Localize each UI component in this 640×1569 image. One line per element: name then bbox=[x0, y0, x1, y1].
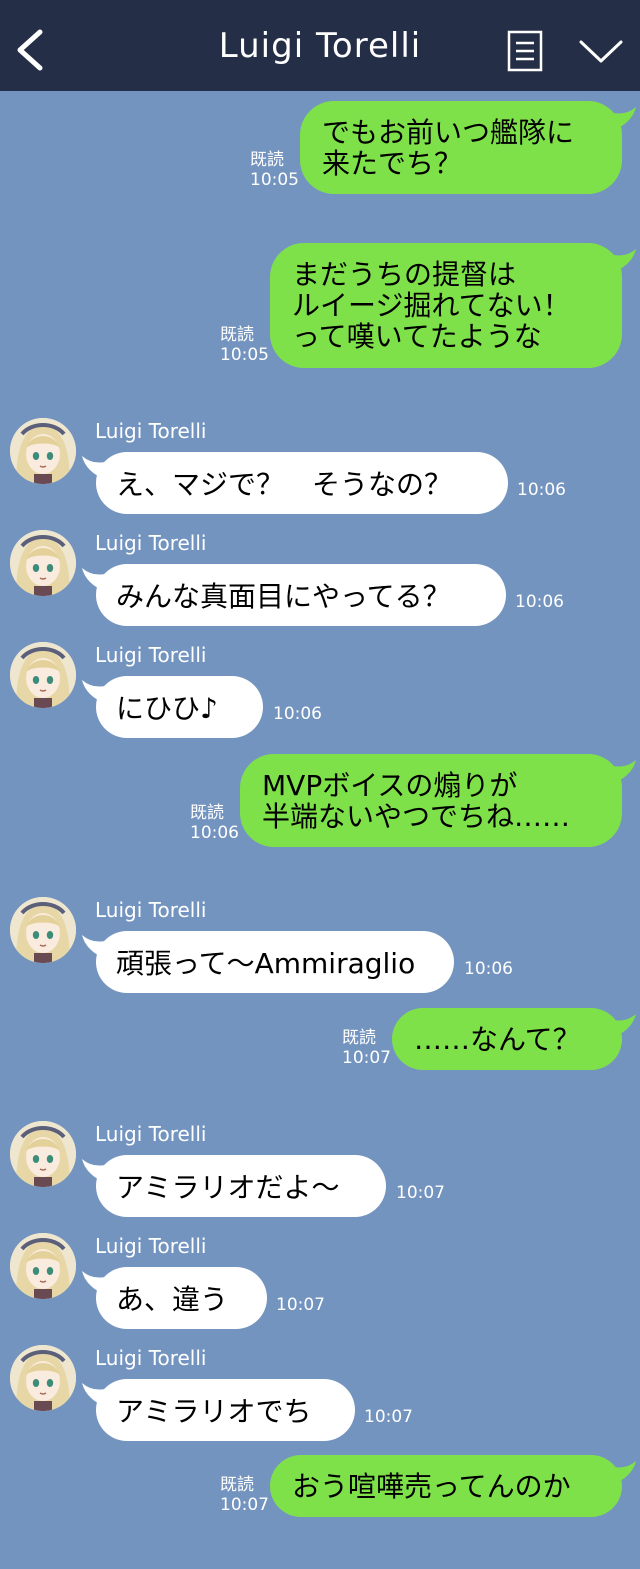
message-read-meta: 既読 10:07 bbox=[220, 1475, 269, 1515]
incoming-message-bubble[interactable]: アミラリオだよ〜 bbox=[82, 1155, 386, 1217]
outgoing-message-bubble[interactable]: まだうちの提督は ルイージ掘れてない！ って嘆いてたような bbox=[270, 243, 636, 368]
avatar[interactable] bbox=[10, 642, 76, 708]
bubble-tail-icon bbox=[602, 107, 636, 131]
bubble-tail-icon bbox=[82, 456, 114, 480]
read-receipt: 既読 bbox=[220, 325, 254, 345]
sender-name: Luigi Torelli bbox=[95, 1122, 207, 1146]
message-text-line: おう喧嘩売ってんのか bbox=[292, 1469, 571, 1503]
avatar[interactable] bbox=[10, 1121, 76, 1187]
message-read-meta: 既読 10:05 bbox=[220, 325, 269, 365]
outgoing-message-bubble[interactable]: MVPボイスの煽りが 半端ないやつでちね…… bbox=[240, 754, 636, 847]
message-text-line: 半端ないやつでちね…… bbox=[262, 799, 571, 833]
avatar[interactable] bbox=[10, 530, 76, 596]
bubble-tail-icon bbox=[602, 249, 636, 273]
chevron-down-icon[interactable] bbox=[578, 36, 624, 66]
message-text-line: MVPボイスの煽りが bbox=[262, 768, 518, 802]
message-text-line: でもお前いつ艦隊に bbox=[322, 115, 575, 149]
message-time: 10:06 bbox=[515, 592, 564, 612]
bubble-tail-icon bbox=[82, 1383, 114, 1407]
incoming-message-bubble[interactable]: え、マジで？ そうなの？ bbox=[82, 452, 508, 514]
message-time: 10:07 bbox=[396, 1183, 445, 1203]
read-receipt: 既読 bbox=[190, 803, 224, 823]
avatar[interactable] bbox=[10, 897, 76, 963]
message-text: にひひ♪ bbox=[116, 692, 218, 725]
bubble-tail-icon bbox=[602, 1461, 636, 1485]
message-text: アミラリオでち bbox=[116, 1395, 312, 1428]
message-read-meta: 既読 10:06 bbox=[190, 803, 239, 843]
read-receipt: 既読 bbox=[220, 1475, 254, 1495]
read-receipt: 既読 bbox=[342, 1028, 376, 1048]
message-time: 10:06 bbox=[273, 704, 322, 724]
sender-name: Luigi Torelli bbox=[95, 531, 207, 555]
message-text: あ、違う bbox=[116, 1283, 229, 1316]
message-time: 10:07 bbox=[220, 1495, 269, 1515]
message-time: 10:05 bbox=[220, 345, 269, 365]
message-time: 10:07 bbox=[364, 1407, 413, 1427]
message-list[interactable]: 既読 10:05 でもお前いつ艦隊に 来たでち？ 既読 10:05 まだうちの提督は ルイージ… bbox=[0, 91, 640, 1569]
message-text-line: って嘆いてたような bbox=[292, 320, 542, 353]
message-text-line: ルイージ掘れてない！ bbox=[292, 289, 571, 322]
sender-name: Luigi Torelli bbox=[95, 1234, 207, 1258]
sender-name: Luigi Torelli bbox=[95, 643, 207, 667]
bubble-tail-icon bbox=[82, 568, 114, 592]
message-text: みんな真面目にやってる？ bbox=[116, 580, 451, 613]
sender-name: Luigi Torelli bbox=[95, 898, 207, 922]
bubble-tail-icon bbox=[602, 760, 636, 784]
outgoing-message-bubble[interactable]: でもお前いつ艦隊に 来たでち？ bbox=[300, 101, 636, 194]
outgoing-message-bubble[interactable]: おう喧嘩売ってんのか bbox=[270, 1455, 636, 1517]
avatar[interactable] bbox=[10, 1345, 76, 1411]
bubble-tail-icon bbox=[82, 680, 114, 704]
bubble-tail-icon bbox=[82, 935, 114, 959]
message-text-line: 来たでち？ bbox=[322, 146, 463, 180]
incoming-message-bubble[interactable]: みんな真面目にやってる？ bbox=[82, 564, 506, 626]
message-read-meta: 既読 10:05 bbox=[250, 150, 299, 190]
avatar[interactable] bbox=[10, 1233, 76, 1299]
message-text-line: まだうちの提督は bbox=[292, 258, 517, 291]
bubble-tail-icon bbox=[82, 1159, 114, 1183]
outgoing-message-bubble[interactable]: ……なんて？ bbox=[392, 1008, 636, 1070]
sender-name: Luigi Torelli bbox=[95, 1346, 207, 1370]
incoming-message-bubble[interactable]: アミラリオでち bbox=[82, 1379, 355, 1441]
message-time: 10:07 bbox=[342, 1048, 391, 1068]
bubble-tail-icon bbox=[602, 1014, 636, 1038]
incoming-message-bubble[interactable]: 頑張って〜Ammiraglio bbox=[82, 931, 454, 993]
message-text-line: ……なんて？ bbox=[414, 1022, 581, 1056]
read-receipt: 既読 bbox=[250, 150, 284, 170]
chat-header: Luigi Torelli bbox=[0, 0, 640, 91]
menu-icon[interactable] bbox=[507, 30, 543, 72]
message-text: え、マジで？ そうなの？ bbox=[116, 468, 453, 501]
incoming-message-bubble[interactable]: あ、違う bbox=[82, 1267, 267, 1329]
message-read-meta: 既読 10:07 bbox=[342, 1028, 391, 1068]
sender-name: Luigi Torelli bbox=[95, 419, 207, 443]
message-time: 10:06 bbox=[190, 823, 239, 843]
message-text: 頑張って〜Ammiraglio bbox=[116, 947, 416, 980]
message-time: 10:06 bbox=[464, 959, 513, 979]
bubble-tail-icon bbox=[82, 1271, 114, 1295]
avatar[interactable] bbox=[10, 418, 76, 484]
incoming-message-bubble[interactable]: にひひ♪ bbox=[82, 676, 263, 738]
message-time: 10:06 bbox=[517, 480, 566, 500]
message-time: 10:05 bbox=[250, 170, 299, 190]
chat-title: Luigi Torelli bbox=[218, 26, 422, 66]
message-time: 10:07 bbox=[276, 1295, 325, 1315]
message-text: アミラリオだよ〜 bbox=[116, 1171, 340, 1204]
